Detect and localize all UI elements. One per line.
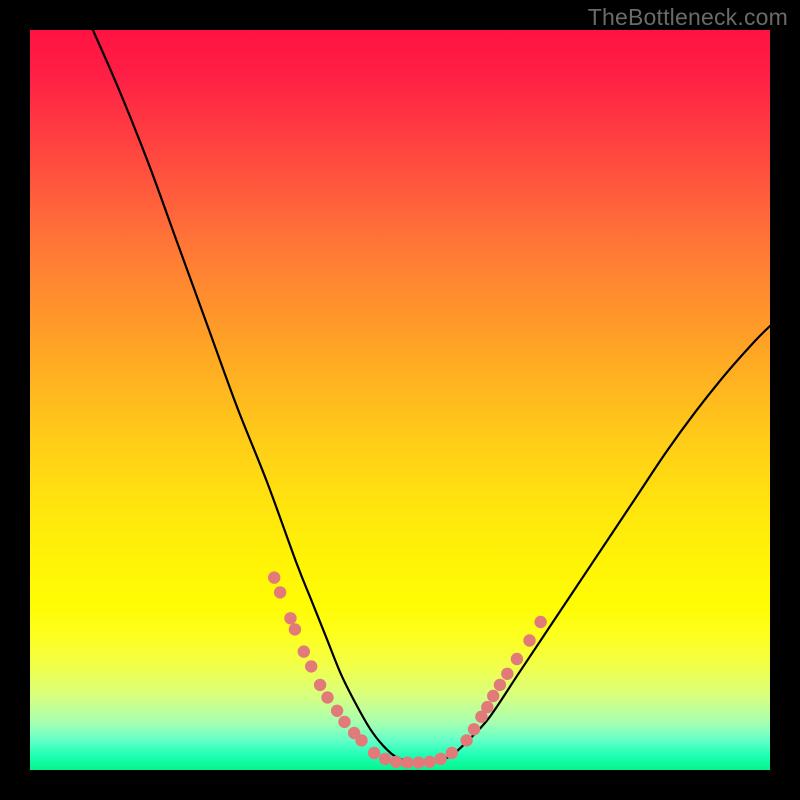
chart-frame: TheBottleneck.com <box>0 0 800 800</box>
data-point <box>305 660 317 672</box>
data-point <box>494 679 506 691</box>
data-point <box>298 645 310 657</box>
data-point <box>338 716 350 728</box>
curve-line <box>93 30 770 763</box>
data-point <box>321 691 333 703</box>
data-point <box>355 734 367 746</box>
data-point <box>487 690 499 702</box>
data-point <box>481 701 493 713</box>
plot-area <box>30 30 770 770</box>
data-point <box>468 723 480 735</box>
data-point <box>423 756 435 768</box>
watermark-text: TheBottleneck.com <box>588 4 788 31</box>
data-point <box>534 616 546 628</box>
data-point <box>268 571 280 583</box>
data-point <box>401 756 413 768</box>
data-point <box>379 753 391 765</box>
data-point <box>284 612 296 624</box>
data-point <box>435 753 447 765</box>
data-point <box>331 705 343 717</box>
scatter-dots <box>268 571 547 768</box>
data-point <box>511 653 523 665</box>
data-point <box>446 747 458 759</box>
data-point <box>314 679 326 691</box>
data-point <box>523 634 535 646</box>
chart-svg <box>30 30 770 770</box>
data-point <box>368 747 380 759</box>
data-point <box>501 668 513 680</box>
curve-path <box>93 30 770 763</box>
data-point <box>412 756 424 768</box>
data-point <box>390 756 402 768</box>
data-point <box>274 586 286 598</box>
data-point <box>460 734 472 746</box>
data-point <box>289 623 301 635</box>
